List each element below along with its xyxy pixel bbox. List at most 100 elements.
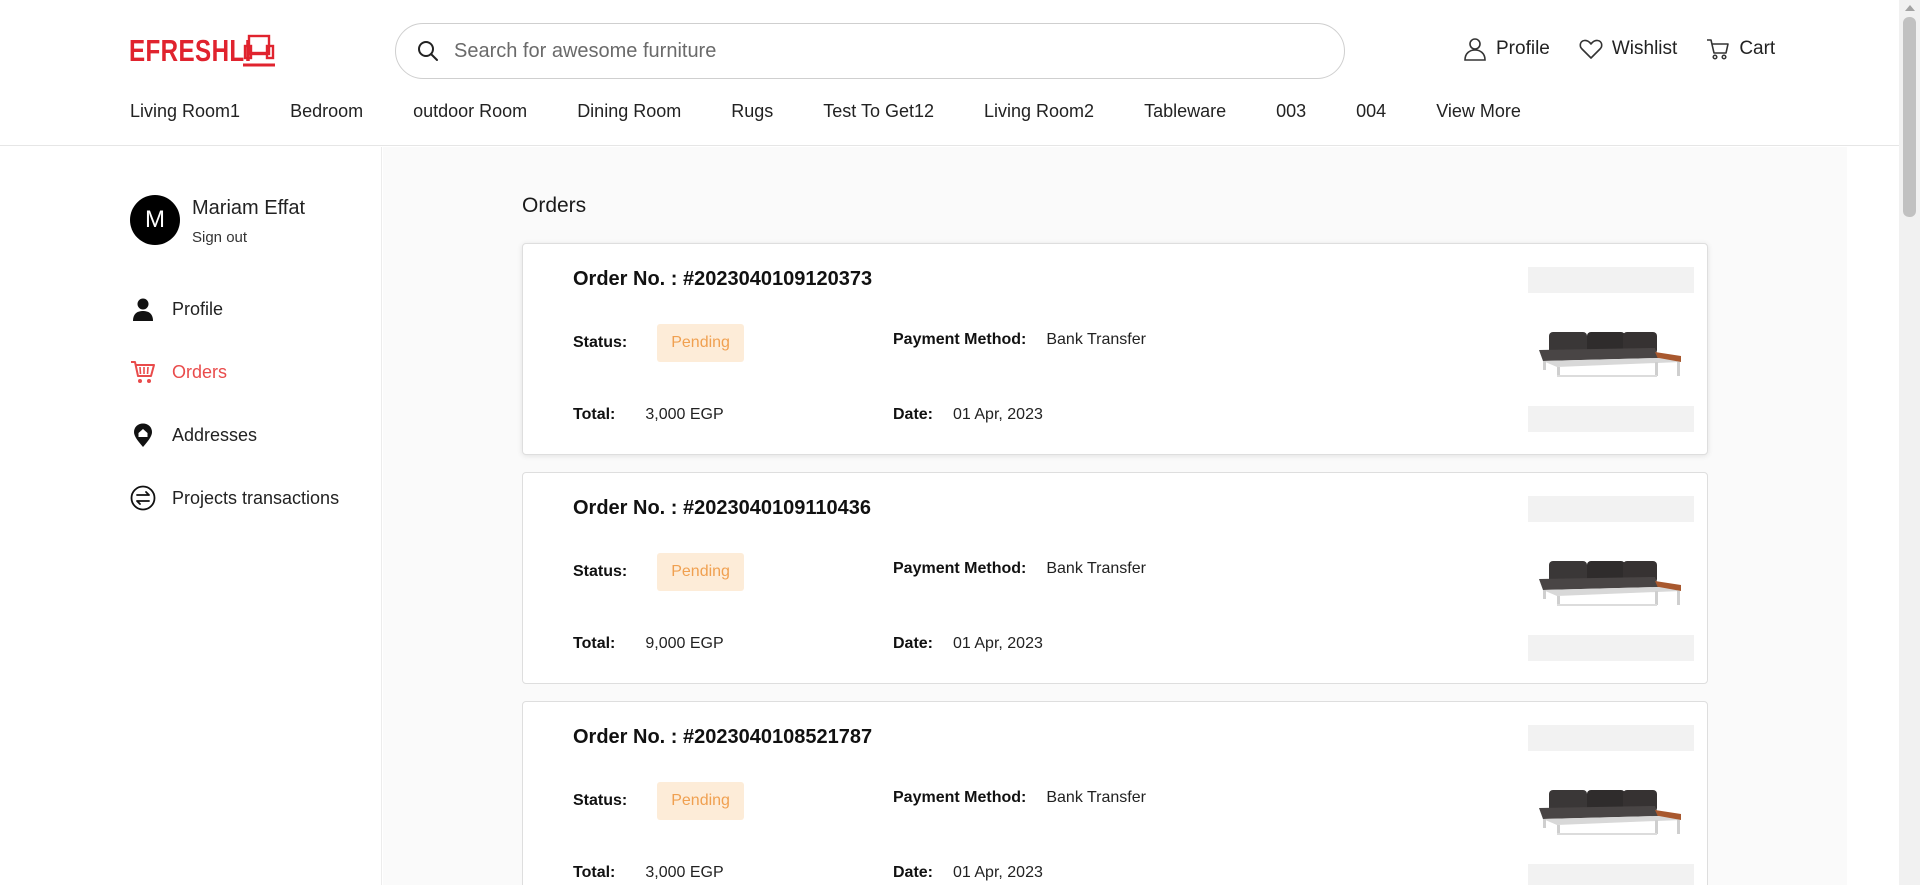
nav-item-living-room1[interactable]: Living Room1 [130,101,240,122]
scroll-up-arrow-icon[interactable] [1905,5,1915,11]
order-total-row: Total: 9,000 EGP [573,635,724,653]
image-placeholder [1528,406,1694,432]
total-label: Total: [573,864,616,881]
total-value: 3,000 EGP [645,864,724,881]
sign-out-link[interactable]: Sign out [192,229,305,246]
date-value: 01 Apr, 2023 [953,864,1043,881]
nav-item-004[interactable]: 004 [1356,101,1386,122]
wishlist-link[interactable]: Wishlist [1578,36,1677,62]
order-date-row: Date: 01 Apr, 2023 [893,635,1043,653]
sidebar-item-label: Addresses [172,424,258,445]
sofa-product-image [1539,332,1681,377]
orders-panel: Orders Order No. : #2023040109120373 Sta… [383,147,1847,885]
order-status-row: Status: Pending [573,553,744,591]
nav-item-rugs[interactable]: Rugs [731,101,773,122]
page-scrollbar[interactable] [1899,0,1920,885]
status-label: Status: [573,792,628,809]
search-bar [395,23,1345,79]
nav-item-outdoor-room[interactable]: outdoor Room [413,101,527,122]
date-value: 01 Apr, 2023 [953,406,1043,423]
nav-item-tableware[interactable]: Tableware [1144,101,1226,122]
user-info: Mariam Effat Sign out [192,195,305,246]
order-card[interactable]: Order No. : #2023040108521787 Status: Pe… [522,701,1708,885]
nav-item-view-more[interactable]: View More [1436,101,1521,122]
site-header: EFRESHLI Profile Wishlist [0,0,1899,146]
payment-value: Bank Transfer [1046,560,1146,577]
location-pin-icon [134,423,152,447]
search-icon [418,41,438,61]
category-nav: Living Room1 Bedroom outdoor Room Dining… [130,101,1521,122]
user-name: Mariam Effat [192,197,305,219]
account-sidebar: M Mariam Effat Sign out Profile Orders A… [0,147,382,885]
sidebar-item-orders[interactable]: Orders [130,358,339,386]
order-date-row: Date: 01 Apr, 2023 [893,406,1043,424]
order-card[interactable]: Order No. : #2023040109110436 Status: Pe… [522,472,1708,684]
order-card[interactable]: Order No. : #2023040109120373 Status: Pe… [522,243,1708,455]
transfer-icon [130,485,156,511]
order-total-row: Total: 3,000 EGP [573,406,724,424]
nav-item-dining-room[interactable]: Dining Room [577,101,681,122]
order-date-row: Date: 01 Apr, 2023 [893,864,1043,882]
status-badge: Pending [657,324,744,362]
user-block: M Mariam Effat Sign out [130,195,305,246]
order-payment-row: Payment Method: Bank Transfer [893,789,1146,807]
date-label: Date: [893,864,934,881]
wishlist-link-label: Wishlist [1611,38,1678,59]
heart-icon [1579,39,1603,59]
scrollbar-thumb[interactable] [1903,17,1916,217]
account-menu: Profile Orders Addresses Projects transa… [130,295,339,547]
header-actions: Profile Wishlist Cart [1462,36,1775,62]
status-label: Status: [573,334,628,351]
payment-value: Bank Transfer [1046,789,1146,806]
brand-logo[interactable]: EFRESHLI [129,31,286,71]
profile-link-label: Profile [1496,38,1550,59]
nav-item-bedroom[interactable]: Bedroom [290,101,363,122]
profile-link[interactable]: Profile [1462,36,1550,62]
person-icon [133,298,153,321]
cart-icon [131,361,155,383]
image-placeholder [1528,725,1694,751]
order-total-row: Total: 3,000 EGP [573,864,724,882]
total-label: Total: [573,406,616,423]
total-value: 9,000 EGP [645,635,724,652]
order-number: Order No. : #2023040109120373 [573,268,873,290]
cart-icon [1707,39,1730,60]
status-badge: Pending [657,782,744,820]
image-placeholder [1528,635,1694,661]
search-input[interactable] [454,39,1314,63]
sidebar-item-profile[interactable]: Profile [130,295,339,323]
nav-item-living-room2[interactable]: Living Room2 [984,101,1094,122]
cart-link[interactable]: Cart [1705,36,1775,62]
image-placeholder [1528,267,1694,293]
armchair-logo-icon [243,34,275,67]
payment-label: Payment Method: [893,560,1027,577]
nav-item-003[interactable]: 003 [1276,101,1306,122]
sidebar-item-label: Orders [172,361,228,382]
logo-text: EFRESHLI [129,33,252,68]
order-status-row: Status: Pending [573,782,744,820]
payment-value: Bank Transfer [1046,331,1146,348]
cart-link-label: Cart [1739,38,1776,59]
sidebar-item-projects-transactions[interactable]: Projects transactions [130,484,339,512]
status-label: Status: [573,563,628,580]
nav-item-test-to-get12[interactable]: Test To Get12 [823,101,934,122]
date-value: 01 Apr, 2023 [953,635,1043,652]
status-badge: Pending [657,553,744,591]
payment-label: Payment Method: [893,789,1027,806]
order-payment-row: Payment Method: Bank Transfer [893,560,1146,578]
avatar: M [130,195,180,245]
date-label: Date: [893,635,934,652]
date-label: Date: [893,406,934,423]
sidebar-item-label: Profile [172,298,224,319]
sidebar-item-label: Projects transactions [172,487,340,508]
order-payment-row: Payment Method: Bank Transfer [893,331,1146,349]
sofa-product-image [1539,561,1681,606]
order-number: Order No. : #2023040108521787 [573,726,873,748]
order-status-row: Status: Pending [573,324,744,362]
sidebar-item-addresses[interactable]: Addresses [130,421,339,449]
order-number: Order No. : #2023040109110436 [573,497,871,519]
payment-label: Payment Method: [893,331,1027,348]
page-title: Orders [522,194,587,217]
user-icon [1464,38,1486,61]
total-value: 3,000 EGP [645,406,724,423]
